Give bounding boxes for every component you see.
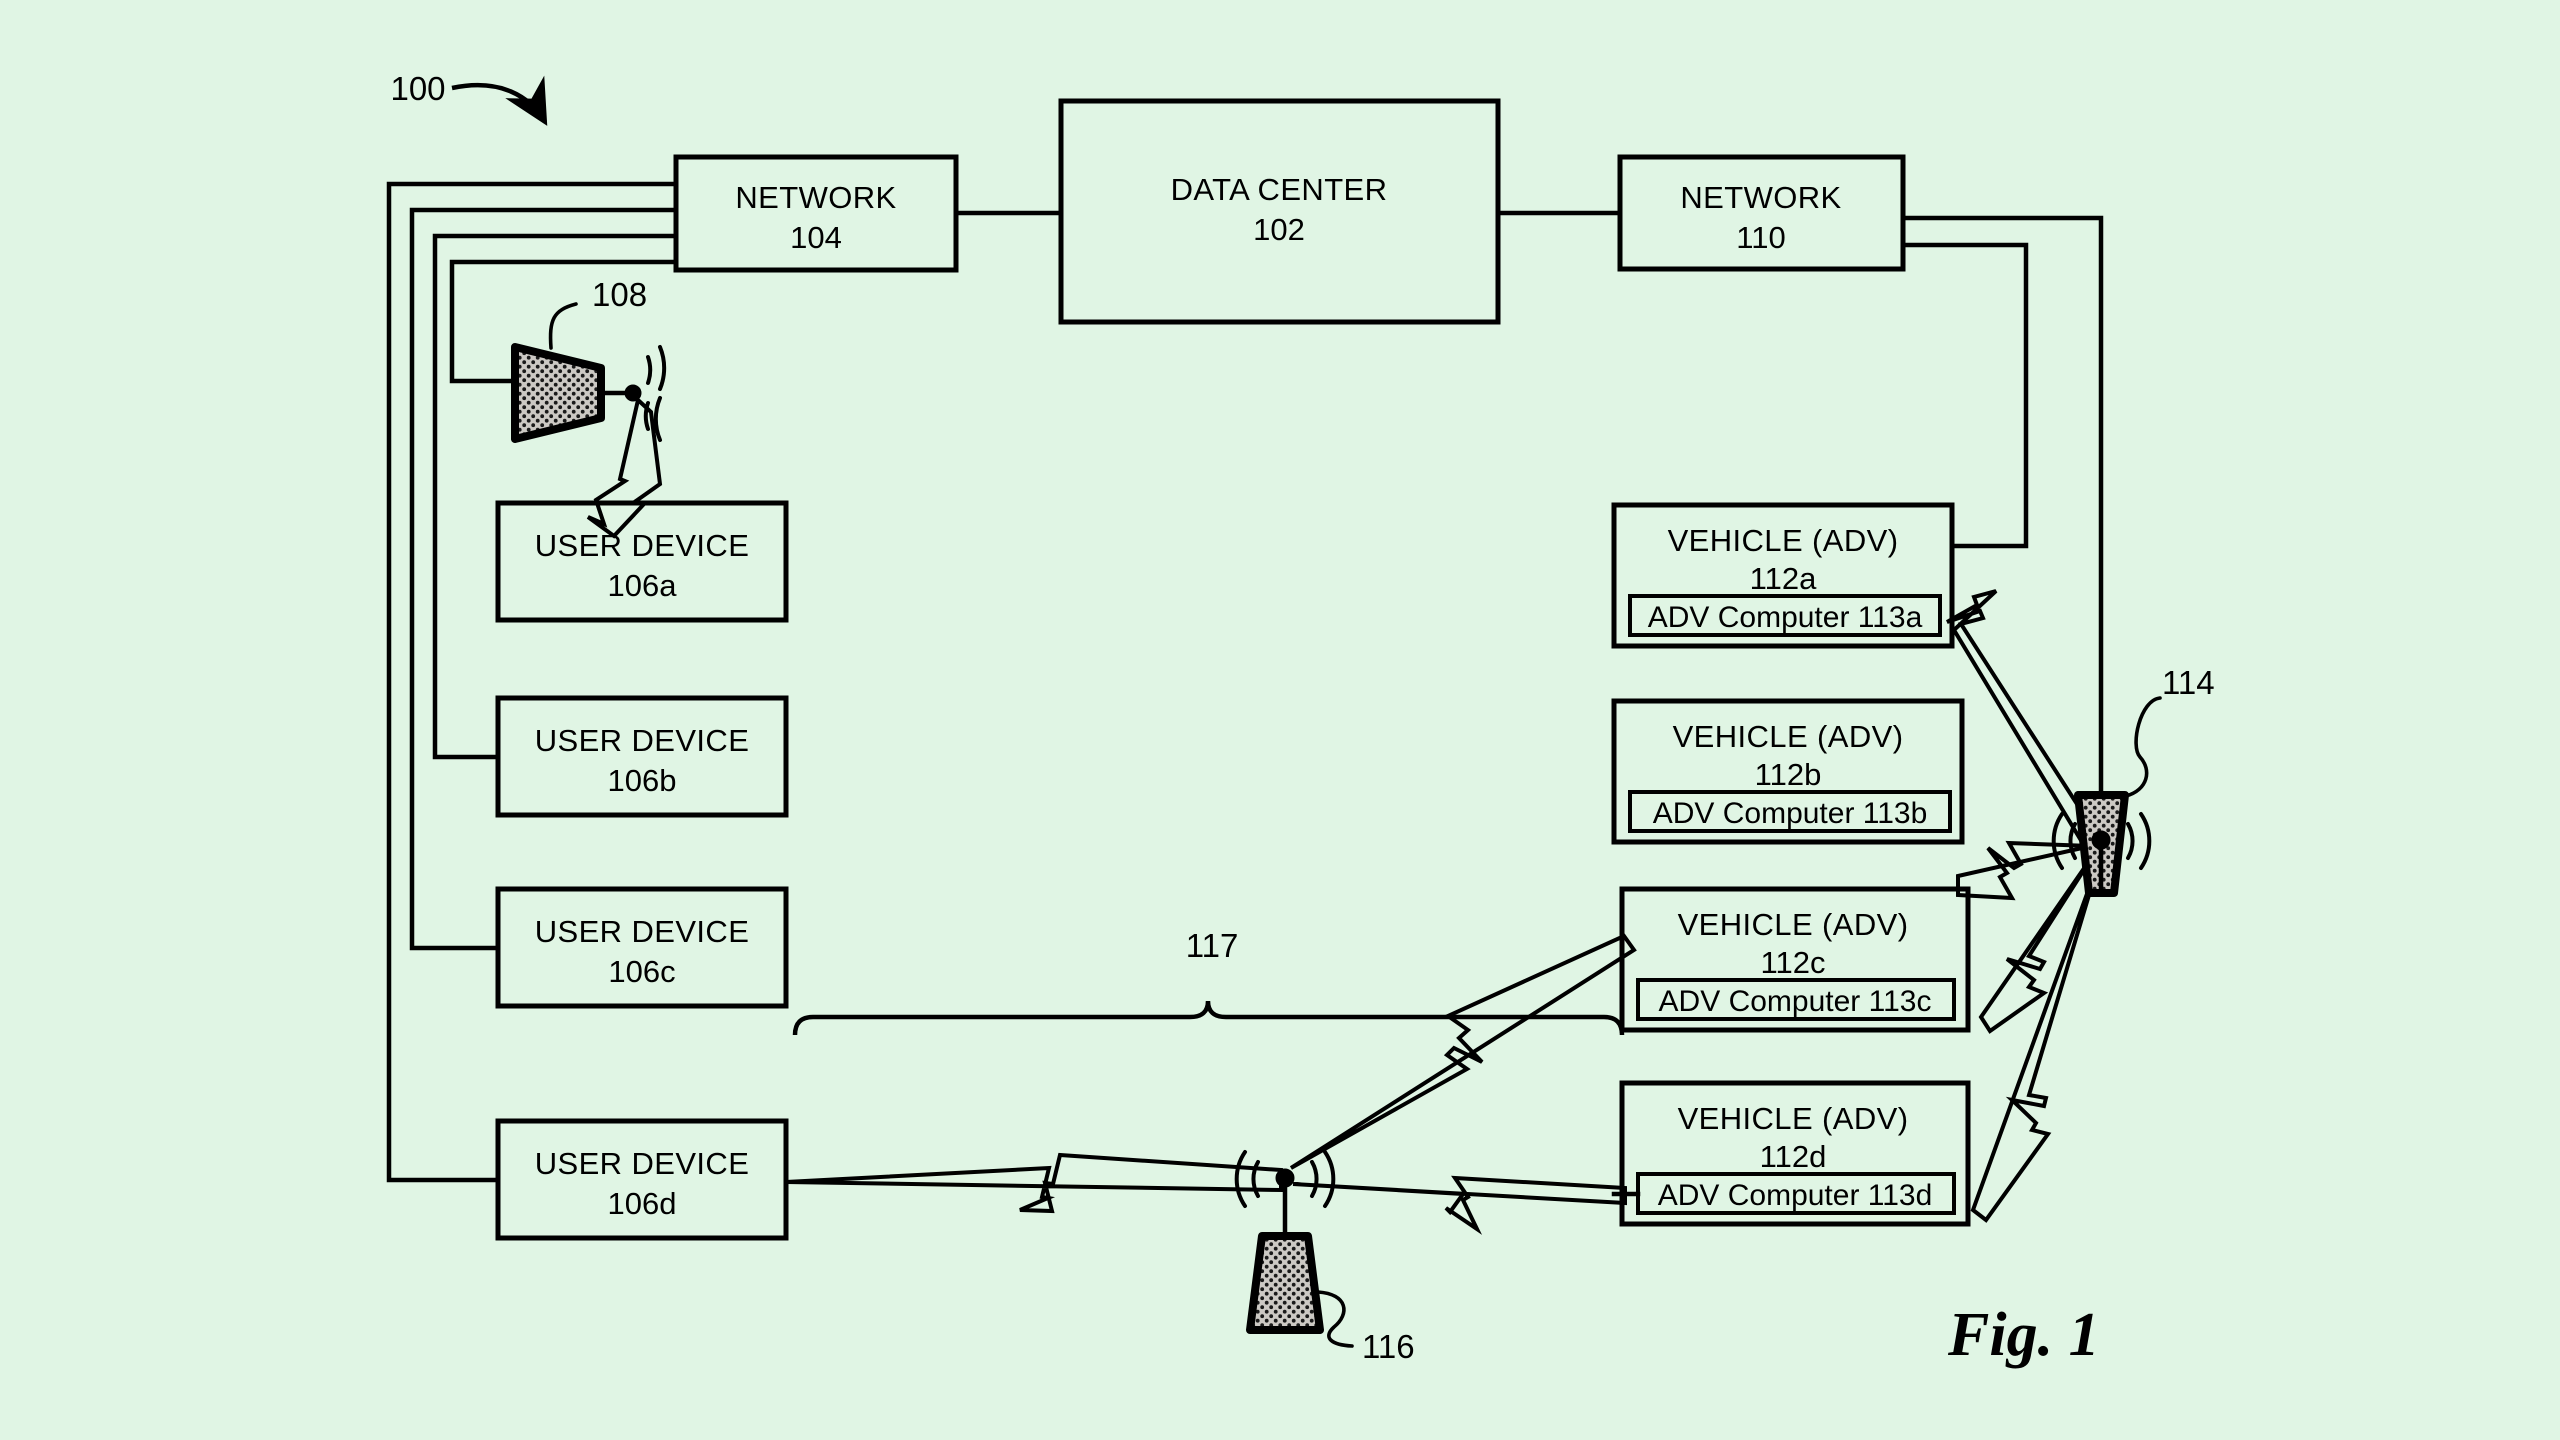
adv-computer-113b-label: ADV Computer 113b: [1653, 797, 1928, 830]
user-device-106d-title: USER DEVICE: [535, 1146, 750, 1181]
figure-caption: Fig. 1: [1947, 1301, 2100, 1369]
data-center-102-title: DATA CENTER: [1171, 172, 1388, 207]
network-104-title: NETWORK: [735, 180, 896, 215]
vehicle-112d-title: VEHICLE (ADV): [1678, 1101, 1909, 1136]
adv-computer-113a-label: ADV Computer 113a: [1648, 601, 1923, 634]
vehicle-112a-ref: 112a: [1750, 561, 1817, 596]
antenna-108-ref: 108: [592, 276, 647, 313]
adv-computer-113c-label: ADV Computer 113c: [1659, 985, 1932, 1018]
vehicle-112a-title: VEHICLE (ADV): [1668, 523, 1899, 558]
user-device-106c-title: USER DEVICE: [535, 914, 750, 949]
vehicle-112b-ref: 112b: [1755, 757, 1822, 792]
antenna-116-ref: 116: [1362, 1328, 1415, 1365]
data-center-102-ref: 102: [1253, 212, 1305, 247]
vehicle-112d-ref: 112d: [1760, 1139, 1827, 1174]
network-110-ref: 110: [1736, 220, 1785, 255]
network-110-title: NETWORK: [1680, 180, 1841, 215]
user-device-106d-ref: 106d: [608, 1186, 677, 1221]
network-104-ref: 104: [790, 220, 842, 255]
antenna-114-ref: 114: [2162, 664, 2215, 701]
brace-117-ref: 117: [1186, 927, 1239, 964]
user-device-106c-ref: 106c: [608, 954, 675, 989]
user-device-106b-ref: 106b: [608, 763, 677, 798]
user-device-106a-title: USER DEVICE: [535, 528, 750, 563]
system-ref-label: 100: [390, 70, 445, 107]
vehicle-112c-ref: 112c: [1761, 945, 1826, 980]
user-device-106b-title: USER DEVICE: [535, 723, 750, 758]
vehicle-112b-title: VEHICLE (ADV): [1673, 719, 1904, 754]
user-device-106a-ref: 106a: [608, 568, 678, 603]
adv-computer-113d-label: ADV Computer 113d: [1658, 1179, 1933, 1212]
vehicle-112c-title: VEHICLE (ADV): [1678, 907, 1909, 942]
patent-figure-canvas: 100 NETWORK 104 DATA CENTER 102 NETWORK …: [0, 0, 2560, 1440]
